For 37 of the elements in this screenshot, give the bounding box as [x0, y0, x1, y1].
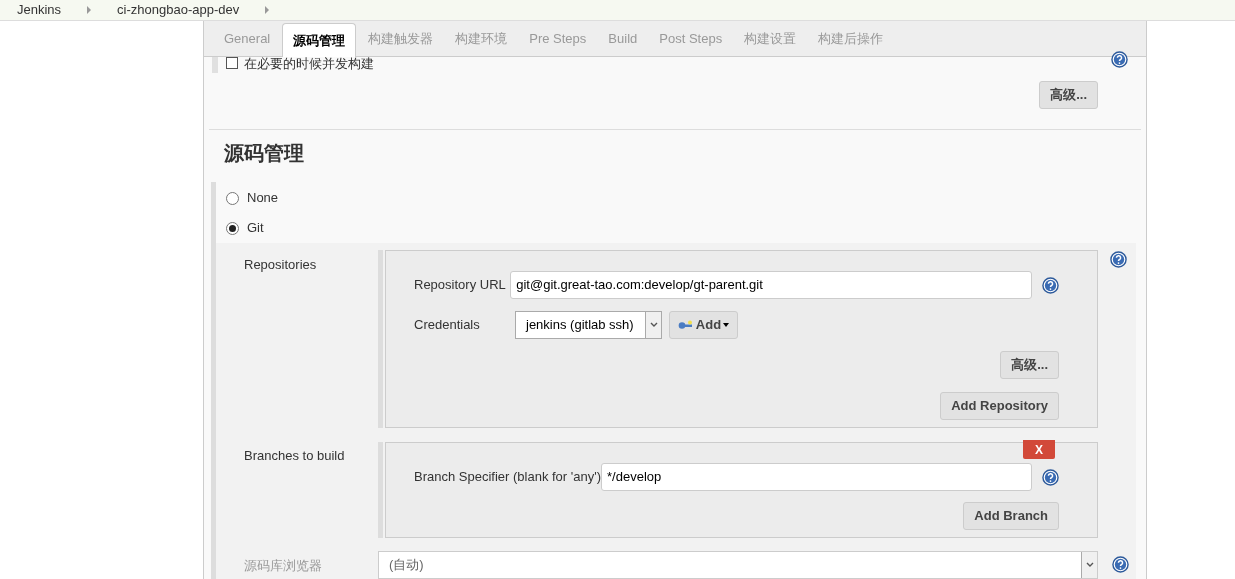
- repository-browser-select[interactable]: (自动): [378, 551, 1098, 579]
- field-label: 源码库浏览器: [243, 557, 323, 575]
- section-indent-bar: [212, 57, 218, 73]
- help-icon[interactable]: [1110, 251, 1127, 268]
- delete-button[interactable]: X: [1023, 440, 1055, 459]
- field-label: Repository URL: [414, 276, 507, 295]
- advanced-button[interactable]: 高级...: [1039, 81, 1098, 109]
- field-label: Credentials: [414, 316, 481, 335]
- radio-button[interactable]: [226, 221, 239, 235]
- key-icon: [677, 320, 694, 330]
- checkbox-label: 在必要的时候并发构建: [244, 57, 374, 70]
- radio-button[interactable]: [226, 191, 239, 205]
- select-value: jenkins (gitlab ssh): [524, 316, 635, 335]
- breadcrumb-link[interactable]: ci-zhongbao-app-dev: [117, 0, 240, 20]
- field-label: Branch Specifier (blank for 'any'): [414, 468, 602, 487]
- advanced-button[interactable]: 高级...: [1000, 351, 1059, 379]
- radio-label: Git: [247, 219, 264, 238]
- breadcrumb-link[interactable]: Jenkins: [17, 0, 62, 20]
- add-repository-button[interactable]: Add Repository: [940, 392, 1059, 420]
- field-label: Branches to build: [243, 447, 346, 465]
- add-credentials-button[interactable]: Add: [669, 311, 738, 339]
- credentials-select[interactable]: jenkins (gitlab ssh): [515, 311, 662, 339]
- section-title: 源码管理: [223, 141, 305, 166]
- tab[interactable]: 源码管理: [282, 23, 357, 57]
- select-value: (自动): [388, 556, 425, 575]
- breadcrumb-arrow-icon[interactable]: [265, 6, 270, 14]
- add-branch-button[interactable]: Add Branch: [963, 502, 1059, 530]
- help-icon[interactable]: [1042, 468, 1059, 486]
- help-icon[interactable]: [1042, 276, 1059, 294]
- breadcrumb-arrow-icon[interactable]: [87, 6, 92, 14]
- radio-label: None: [247, 189, 279, 208]
- help-icon[interactable]: [1112, 556, 1129, 573]
- repository-url-input[interactable]: git@git.great-tao.com:develop/gt-parent.git: [510, 271, 1032, 299]
- branch-specifier-input[interactable]: */develop: [601, 463, 1032, 491]
- checkbox[interactable]: [226, 57, 238, 69]
- field-label: Repositories: [243, 256, 318, 274]
- help-icon[interactable]: [1111, 51, 1128, 68]
